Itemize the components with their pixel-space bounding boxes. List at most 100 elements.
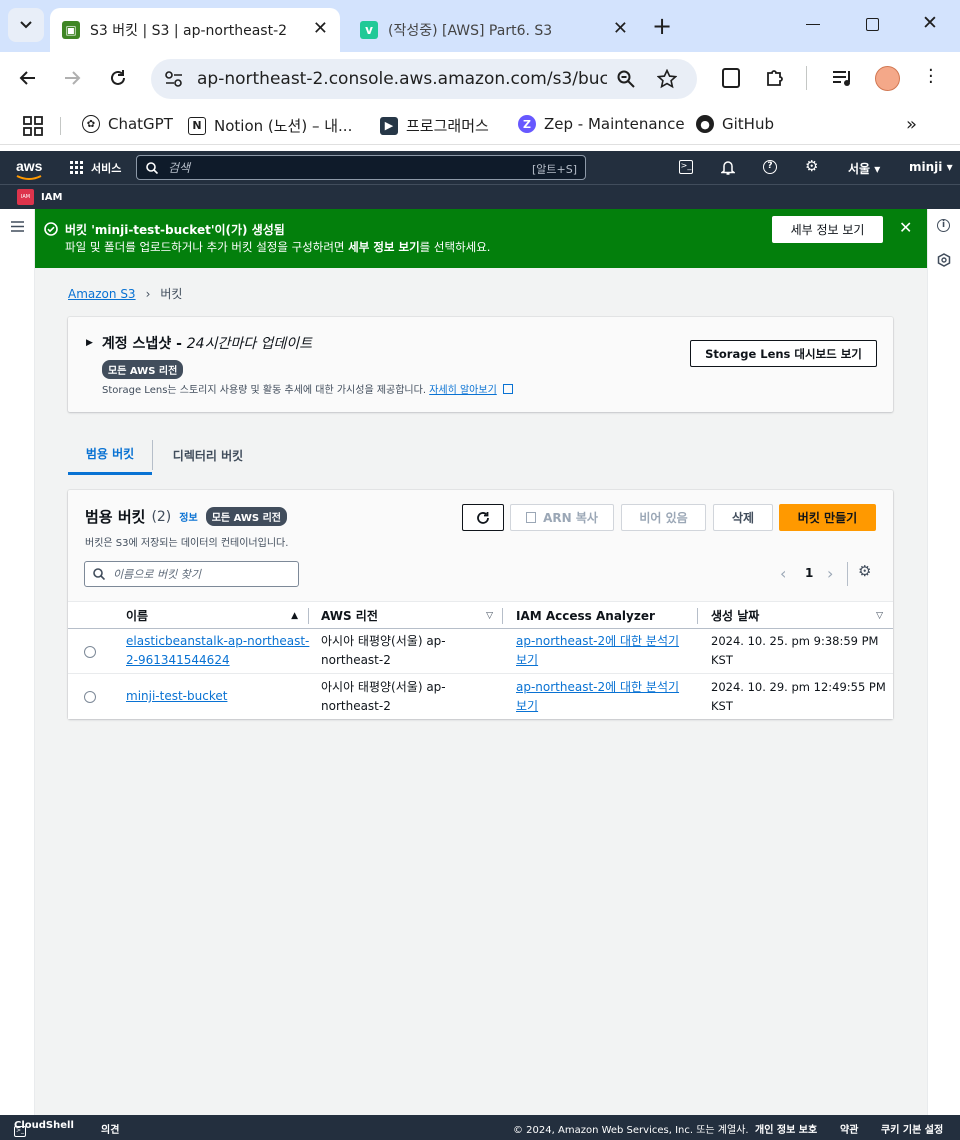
tab-search-button[interactable] bbox=[8, 8, 44, 42]
new-tab-button[interactable]: + bbox=[652, 12, 672, 40]
row-select-radio[interactable] bbox=[84, 646, 96, 658]
tab-general-purpose[interactable]: 범용 버킷 bbox=[68, 435, 152, 475]
bell-icon[interactable] bbox=[721, 160, 735, 175]
browser-toolbar: ap-northeast-2.console.aws.amazon.com/s3… bbox=[0, 52, 960, 107]
column-region[interactable]: AWS 리전 ▽ bbox=[321, 602, 493, 629]
bookmark-github[interactable]: ● GitHub bbox=[696, 115, 774, 133]
info-icon[interactable]: i bbox=[937, 219, 950, 232]
grid-icon bbox=[70, 161, 83, 174]
tab-directory[interactable]: 디렉터리 버킷 bbox=[154, 435, 262, 475]
bucket-name-link[interactable]: minji-test-bucket bbox=[126, 687, 227, 706]
table-preferences-gear-icon[interactable]: ⚙ bbox=[858, 562, 871, 580]
row-select-radio[interactable] bbox=[84, 691, 96, 703]
iam-favorite[interactable]: IAM IAM bbox=[17, 189, 62, 205]
media-control-icon[interactable] bbox=[832, 69, 854, 87]
table-row[interactable]: elasticbeanstalk-ap-northeast- 2-9613415… bbox=[68, 629, 893, 674]
snapshot-expand-toggle[interactable]: ▶ 계정 스냅샷 - 24시간마다 업데이트 bbox=[86, 333, 312, 353]
services-menu-button[interactable]: 서비스 bbox=[70, 160, 121, 176]
column-creation-date[interactable]: 생성 날짜 ▽ bbox=[711, 602, 883, 629]
analyzer-line: ap-northeast-2에 대한 분석기 bbox=[516, 634, 680, 648]
s3-favicon-icon: ▣ bbox=[62, 21, 80, 39]
search-placeholder: 검색 bbox=[168, 161, 191, 175]
more-bookmarks-button[interactable]: » bbox=[906, 114, 917, 135]
apps-grid-icon[interactable] bbox=[23, 116, 43, 136]
learn-more-link[interactable]: 자세히 알아보기 bbox=[429, 385, 497, 396]
table-row[interactable]: minji-test-bucket 아시아 태평양(서울) ap- northe… bbox=[68, 674, 893, 720]
create-bucket-button[interactable]: 버킷 만들기 bbox=[779, 504, 876, 531]
iam-service-icon: IAM bbox=[17, 189, 34, 205]
panel-description: 버킷은 S3에 저장되는 데이터의 컨테이너입니다. bbox=[85, 538, 289, 549]
browser-tab-velog[interactable]: v (작성중) [AWS] Part6. S3 ✕ bbox=[346, 8, 640, 52]
dismiss-flash-close-icon[interactable]: ✕ bbox=[899, 218, 912, 237]
bucket-name-link[interactable]: elasticbeanstalk-ap-northeast- 2-9613415… bbox=[126, 632, 309, 670]
aws-smile-icon bbox=[16, 175, 42, 180]
analyzer-link[interactable]: ap-northeast-2에 대한 분석기 보기 bbox=[516, 678, 679, 716]
refresh-button[interactable] bbox=[462, 504, 504, 531]
prev-page-chevron-icon[interactable]: ‹ bbox=[780, 564, 786, 583]
console-footer: >_ CloudShell 의견 © 2024, Amazon Web Serv… bbox=[0, 1115, 960, 1140]
terms-link[interactable]: 약관 bbox=[840, 1121, 858, 1136]
close-icon[interactable]: ✕ bbox=[313, 18, 328, 39]
menu-hamburger-icon[interactable] bbox=[11, 221, 24, 232]
info-link[interactable]: 정보 bbox=[179, 509, 197, 524]
breadcrumb-amazon-s3[interactable]: Amazon S3 bbox=[68, 287, 136, 301]
window-close-button[interactable]: ✕ bbox=[922, 12, 938, 34]
empty-bucket-button[interactable]: 비어 있음 bbox=[621, 504, 706, 531]
star-icon[interactable] bbox=[657, 69, 677, 89]
region-line: 아시아 태평양(서울) ap- bbox=[321, 634, 446, 648]
address-bar[interactable]: ap-northeast-2.console.aws.amazon.com/s3… bbox=[151, 59, 697, 99]
back-button[interactable] bbox=[18, 68, 38, 88]
hexagon-settings-icon[interactable] bbox=[937, 253, 951, 267]
column-name[interactable]: 이름 ▲ bbox=[126, 602, 298, 629]
extension-notion-icon[interactable] bbox=[722, 68, 740, 88]
zoom-icon[interactable] bbox=[617, 70, 635, 88]
cloudshell-footer-button[interactable]: >_ CloudShell bbox=[14, 1120, 74, 1137]
browser-tab-strip: ▣ S3 버킷 | S3 | ap-northeast-2 ✕ v (작성중) … bbox=[0, 0, 960, 52]
region-selector[interactable]: 서울 ▾ bbox=[848, 160, 880, 177]
delete-bucket-button[interactable]: 삭제 bbox=[713, 504, 773, 531]
all-regions-badge: 모든 AWS 리전 bbox=[205, 507, 287, 526]
close-icon[interactable]: ✕ bbox=[613, 18, 628, 39]
aws-search-input[interactable]: 검색 [알트+S] bbox=[136, 155, 586, 180]
bookmark-label: Notion (노션) – 내... bbox=[214, 117, 353, 135]
all-regions-badge: 모든 AWS 리전 bbox=[102, 360, 184, 379]
breadcrumb: Amazon S3 › 버킷 bbox=[68, 285, 182, 302]
bucket-name-line: 2-961341544624 bbox=[126, 653, 230, 667]
extensions-puzzle-icon[interactable] bbox=[764, 67, 786, 89]
view-details-button[interactable]: 세부 정보 보기 bbox=[772, 216, 883, 243]
analyzer-link[interactable]: ap-northeast-2에 대한 분석기 보기 bbox=[516, 632, 679, 670]
bookmark-chatgpt[interactable]: ✿ ChatGPT bbox=[82, 115, 173, 133]
bucket-search-input[interactable]: 이름으로 버킷 찾기 bbox=[84, 561, 299, 587]
copy-arn-button[interactable]: ARN 복사 bbox=[510, 504, 614, 531]
bookmark-notion[interactable]: N Notion (노션) – 내... bbox=[188, 115, 352, 136]
storage-lens-dashboard-button[interactable]: Storage Lens 대시보드 보기 bbox=[690, 340, 877, 367]
profile-avatar[interactable] bbox=[875, 66, 900, 91]
column-divider bbox=[697, 608, 698, 624]
right-tools-rail: i bbox=[927, 209, 960, 1115]
forward-button[interactable] bbox=[62, 68, 82, 88]
maximize-button[interactable] bbox=[866, 18, 879, 31]
browser-tab-s3[interactable]: ▣ S3 버킷 | S3 | ap-northeast-2 ✕ bbox=[50, 8, 340, 52]
snapshot-description: Storage Lens는 스토리지 사용량 및 활동 추세에 대한 가시성을 … bbox=[102, 381, 513, 396]
bookmark-zep[interactable]: Z Zep - Maintenance bbox=[518, 115, 685, 133]
flash-title: 버킷 'minji-test-bucket'이(가) 생성됨 bbox=[65, 223, 285, 237]
account-menu[interactable]: minji ▾ bbox=[909, 160, 953, 174]
bookmark-programmers[interactable]: ▶ 프로그래머스 bbox=[380, 115, 489, 136]
region-line: northeast-2 bbox=[321, 653, 391, 667]
cloudshell-button[interactable]: >_ bbox=[679, 160, 693, 174]
bucket-name-line: minji-test-bucket bbox=[126, 689, 228, 703]
current-page[interactable]: 1 bbox=[805, 566, 813, 580]
privacy-link[interactable]: 개인 정보 보호 bbox=[755, 1121, 817, 1136]
help-icon[interactable]: ? bbox=[763, 160, 777, 174]
site-info-icon[interactable] bbox=[165, 71, 183, 87]
next-page-chevron-icon[interactable]: › bbox=[827, 564, 833, 583]
column-iam-analyzer[interactable]: IAM Access Analyzer bbox=[516, 602, 696, 629]
settings-gear-icon[interactable]: ⚙ bbox=[805, 157, 818, 175]
browser-menu-button[interactable]: · · · bbox=[928, 62, 934, 92]
cookie-preferences-link[interactable]: 쿠키 기본 설정 bbox=[881, 1121, 943, 1136]
minimize-button[interactable] bbox=[806, 24, 820, 25]
aws-top-nav: aws 서비스 검색 [알트+S] >_ ? ⚙ 서울 ▾ minji ▾ bbox=[0, 151, 960, 184]
aws-logo[interactable]: aws bbox=[16, 156, 42, 181]
reload-button[interactable] bbox=[108, 68, 128, 88]
feedback-link[interactable]: 의견 bbox=[101, 1121, 119, 1136]
